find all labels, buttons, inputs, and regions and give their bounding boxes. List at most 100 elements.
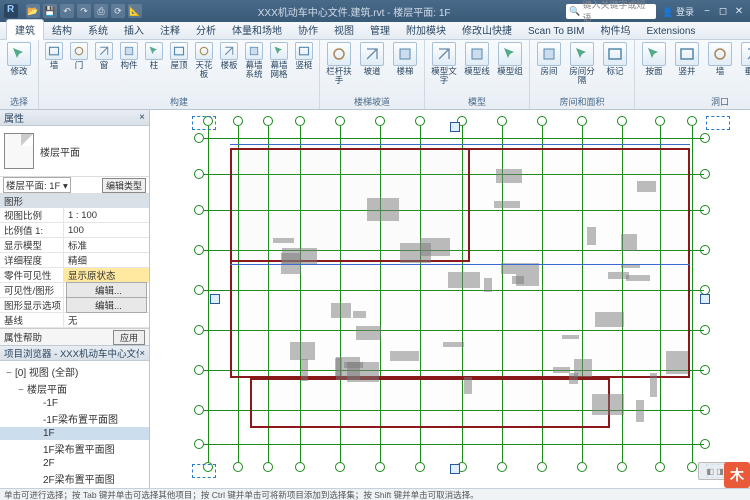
grid-bubble[interactable]: [375, 116, 385, 126]
property-edit-button[interactable]: 编辑...: [66, 297, 147, 313]
ribbon-button-3-1[interactable]: 模型线: [462, 42, 492, 76]
user-signin[interactable]: 👤 登录: [662, 5, 694, 18]
grid-bubble[interactable]: [233, 116, 243, 126]
ribbon-button-1-4[interactable]: 柱: [143, 42, 165, 70]
ribbon-tab-7[interactable]: 协作: [290, 20, 326, 39]
property-value[interactable]: 无: [64, 313, 149, 327]
elevation-marker[interactable]: [210, 294, 220, 304]
grid-bubble[interactable]: [497, 462, 507, 472]
ribbon-tab-10[interactable]: 附加模块: [398, 20, 454, 39]
ribbon-button-2-2[interactable]: 楼梯: [390, 42, 420, 76]
grid-bubble[interactable]: [335, 462, 345, 472]
grid-bubble[interactable]: [295, 116, 305, 126]
ribbon-button-0-0[interactable]: 修改: [4, 42, 34, 76]
tree-node[interactable]: 2F梁布置平面图: [0, 470, 149, 487]
property-value[interactable]: 显示原状态: [64, 268, 149, 282]
maximize-button[interactable]: ◻: [716, 5, 730, 17]
grid-bubble[interactable]: [233, 462, 243, 472]
drawing-area[interactable]: ◧ ◨ ▦ 木: [150, 110, 750, 488]
property-row[interactable]: 视图比例1 : 100: [0, 208, 149, 223]
ribbon-tab-5[interactable]: 分析: [188, 20, 224, 39]
tree-node[interactable]: -1F: [0, 397, 149, 410]
tree-node[interactable]: −[0] 视图 (全部): [0, 363, 149, 380]
grid-bubble[interactable]: [577, 462, 587, 472]
property-row[interactable]: 零件可见性显示原状态: [0, 268, 149, 283]
qat-open-icon[interactable]: 📂: [26, 4, 40, 18]
minimize-button[interactable]: −: [700, 5, 714, 17]
grid-bubble[interactable]: [263, 116, 273, 126]
property-row[interactable]: 详细程度精细: [0, 253, 149, 268]
property-row[interactable]: 基线无: [0, 313, 149, 328]
ribbon-tab-0[interactable]: 建筑: [6, 19, 44, 40]
instance-dropdown[interactable]: 楼层平面: 1F ▾: [3, 177, 71, 193]
app-icon[interactable]: [4, 4, 18, 18]
grid-bubble[interactable]: [263, 462, 273, 472]
property-value[interactable]: 精细: [64, 253, 149, 267]
ribbon-button-3-0[interactable]: 模型文字: [429, 42, 459, 84]
grid-bubble[interactable]: [295, 462, 305, 472]
ribbon-button-2-1[interactable]: 坡道: [357, 42, 387, 76]
grid-bubble[interactable]: [194, 133, 204, 143]
properties-close-icon[interactable]: ×: [139, 112, 145, 123]
crop-handle[interactable]: [706, 116, 730, 130]
ribbon-tab-2[interactable]: 系统: [80, 20, 116, 39]
grid-bubble[interactable]: [655, 116, 665, 126]
ribbon-tab-8[interactable]: 视图: [326, 20, 362, 39]
property-value[interactable]: 1 : 100: [64, 210, 149, 221]
browser-close-icon[interactable]: ×: [139, 348, 145, 359]
ribbon-button-4-0[interactable]: 房间: [534, 42, 564, 76]
ribbon-button-1-2[interactable]: 窗: [93, 42, 115, 70]
tree-node[interactable]: -1F梁布置平面图: [0, 410, 149, 427]
ribbon-tab-3[interactable]: 插入: [116, 20, 152, 39]
properties-apply-button[interactable]: 应用: [113, 330, 145, 345]
properties-category-header[interactable]: 图形: [0, 194, 149, 208]
ribbon-button-5-2[interactable]: 墙: [705, 42, 735, 76]
grid-bubble[interactable]: [687, 116, 697, 126]
ribbon-button-1-7[interactable]: 楼板: [218, 42, 240, 70]
ribbon-button-1-8[interactable]: 幕墙系统: [243, 42, 265, 78]
grid-bubble[interactable]: [617, 462, 627, 472]
ribbon-button-5-0[interactable]: 按面: [639, 42, 669, 76]
grid-bubble[interactable]: [375, 462, 385, 472]
dimension-line[interactable]: [230, 144, 690, 145]
ribbon-button-1-9[interactable]: 幕墙网格: [268, 42, 290, 78]
properties-type-selector[interactable]: 楼层平面: [0, 126, 149, 176]
edit-type-button[interactable]: 编辑类型: [102, 178, 146, 193]
ribbon-button-1-5[interactable]: 屋顶: [168, 42, 190, 70]
grid-bubble[interactable]: [194, 405, 204, 415]
ribbon-tab-6[interactable]: 体量和场地: [224, 20, 290, 39]
grid-bubble[interactable]: [194, 205, 204, 215]
grid-bubble[interactable]: [194, 245, 204, 255]
ribbon-tab-13[interactable]: 构件坞: [593, 20, 639, 39]
property-row[interactable]: 图形显示选项编辑...: [0, 298, 149, 313]
tree-node[interactable]: 1F梁布置平面图: [0, 440, 149, 457]
property-value[interactable]: 100: [64, 225, 149, 236]
elevation-marker[interactable]: [450, 464, 460, 474]
tree-twisty-icon[interactable]: −: [18, 385, 27, 396]
ribbon-button-5-1[interactable]: 竖井: [672, 42, 702, 76]
ribbon-tab-9[interactable]: 管理: [362, 20, 398, 39]
qat-sync-icon[interactable]: ⟳: [111, 4, 125, 18]
ribbon-tab-14[interactable]: Extensions: [639, 24, 704, 39]
property-row[interactable]: 显示模型标准: [0, 238, 149, 253]
tree-node[interactable]: 2F: [0, 457, 149, 470]
tree-node[interactable]: 3F: [0, 487, 149, 488]
ribbon-button-3-2[interactable]: 模型组: [495, 42, 525, 76]
grid-bubble[interactable]: [687, 462, 697, 472]
grid-bubble[interactable]: [537, 462, 547, 472]
grid-bubble[interactable]: [415, 462, 425, 472]
ribbon-button-2-0[interactable]: 栏杆扶手: [324, 42, 354, 84]
ribbon-button-4-2[interactable]: 标记: [600, 42, 630, 76]
grid-bubble[interactable]: [497, 116, 507, 126]
close-button[interactable]: ✕: [732, 5, 746, 17]
grid-bubble[interactable]: [617, 116, 627, 126]
ribbon-tab-12[interactable]: Scan To BIM: [520, 24, 593, 39]
qat-save-icon[interactable]: 💾: [43, 4, 57, 18]
help-search-input[interactable]: 🔍键入关键字或短语: [566, 4, 656, 19]
grid-bubble[interactable]: [537, 116, 547, 126]
ribbon-button-4-1[interactable]: 房间分隔: [567, 42, 597, 84]
qat-print-icon[interactable]: ⎙: [94, 4, 108, 18]
tree-twisty-icon[interactable]: −: [6, 368, 15, 379]
ribbon-button-1-6[interactable]: 天花板: [193, 42, 215, 78]
grid-bubble[interactable]: [577, 116, 587, 126]
